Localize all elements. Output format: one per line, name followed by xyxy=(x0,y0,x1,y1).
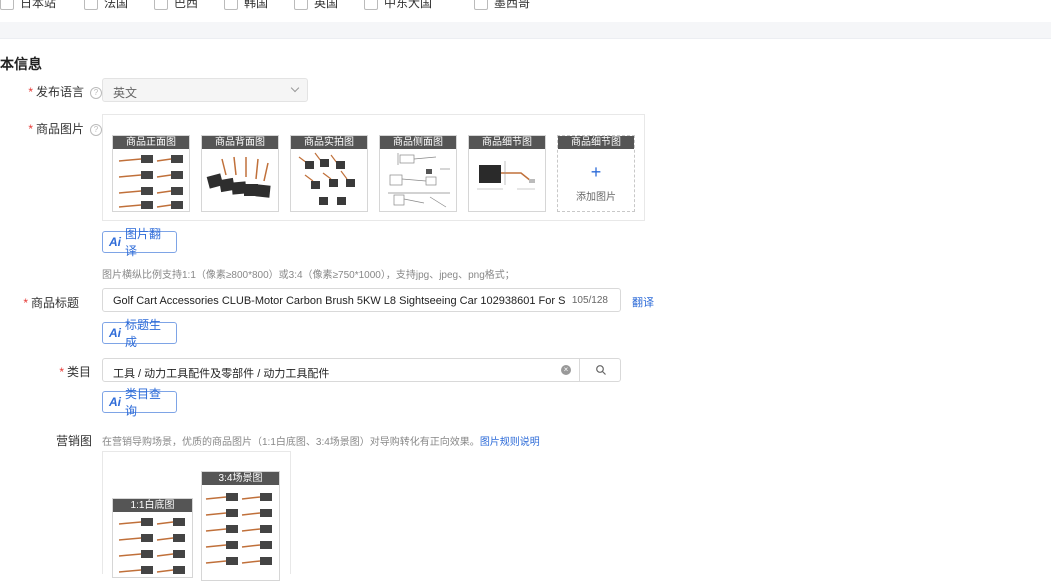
checkbox-box[interactable] xyxy=(0,0,14,10)
add-image-text[interactable]: 添加图片 xyxy=(558,188,634,203)
marketing-hint-text: 在营销导购场景，优质的商品图片（1:1白底图、3:4场景图）对导购转化有正向效果… xyxy=(102,437,480,448)
thumb-label: 商品细节图 xyxy=(469,136,545,149)
region-checkbox[interactable]: 中东大国 xyxy=(364,0,432,11)
language-select[interactable]: 英文 xyxy=(102,78,308,102)
images-label: 商品图片 xyxy=(35,122,84,136)
required-mark: * xyxy=(28,122,33,136)
thumb-label: 商品背面图 xyxy=(202,136,278,149)
required-mark: * xyxy=(59,365,64,379)
checkbox-box[interactable] xyxy=(154,0,168,10)
white-bg-image-thumb[interactable]: 1:1白底图 xyxy=(112,498,193,578)
plus-icon[interactable]: + xyxy=(558,162,634,183)
checkbox-label: 中东大国 xyxy=(384,0,433,10)
product-image-thumb[interactable]: 商品细节图 xyxy=(468,135,546,212)
product-photo xyxy=(206,156,271,198)
thumb-label: 商品正面图 xyxy=(113,136,189,149)
checkbox-box[interactable] xyxy=(294,0,308,10)
region-checkbox-row: 日本站 法国 巴西 韩国 英国 中东大国 墨西哥 xyxy=(0,0,1051,22)
search-icon[interactable] xyxy=(595,364,607,379)
divider xyxy=(579,359,580,381)
technical-drawing xyxy=(388,153,450,208)
scene-image-thumb[interactable]: 3:4场景图 xyxy=(201,471,280,581)
thumb-label: 商品细节图 xyxy=(558,136,634,149)
thumb-label: 1:1白底图 xyxy=(113,499,192,512)
region-checkbox[interactable]: 巴西 xyxy=(154,0,198,11)
checkbox-label: 法国 xyxy=(104,0,129,10)
category-label-row: * 类目 xyxy=(59,363,91,380)
product-photo xyxy=(205,493,272,565)
clear-icon[interactable]: × xyxy=(561,365,571,375)
region-checkbox[interactable]: 法国 xyxy=(84,0,128,11)
product-image-thumb[interactable]: 商品侧面图 xyxy=(379,135,457,212)
marketing-hint: 在营销导购场景，优质的商品图片（1:1白底图、3:4场景图）对导购转化有正向效果… xyxy=(102,433,540,448)
button-label: 标题生成 xyxy=(125,318,162,349)
checkbox-label: 墨西哥 xyxy=(494,0,531,10)
marketing-label: 营销图 xyxy=(55,434,92,448)
checkbox-box[interactable] xyxy=(224,0,238,10)
images-label-row: * 商品图片? xyxy=(28,120,102,137)
title-input-value[interactable]: Golf Cart Accessories CLUB-Motor Carbon … xyxy=(113,295,565,307)
title-input[interactable]: Golf Cart Accessories CLUB-Motor Carbon … xyxy=(102,288,621,312)
thumb-label: 3:4场景图 xyxy=(202,472,279,485)
checkbox-box[interactable] xyxy=(364,0,378,10)
language-label: 发布语言 xyxy=(35,85,84,99)
title-label: 商品标题 xyxy=(30,296,79,310)
required-mark: * xyxy=(28,85,33,99)
product-image-thumb[interactable]: 商品实拍图 xyxy=(290,135,368,212)
product-images-panel: 商品正面图 商品背面图 商品实拍图 商品侧面图 商品细节图 商品细节图 + 添加… xyxy=(102,114,645,221)
region-checkbox[interactable]: 韩国 xyxy=(224,0,268,11)
language-value: 英文 xyxy=(113,86,138,100)
category-label: 类目 xyxy=(66,365,91,379)
title-label-row: * 商品标题 xyxy=(23,294,79,311)
region-checkbox[interactable]: 英国 xyxy=(294,0,338,11)
category-query-button[interactable]: Ai 类目查询 xyxy=(102,387,177,418)
product-photo xyxy=(477,161,535,190)
thumb-label: 商品实拍图 xyxy=(291,136,367,149)
checkbox-label: 巴西 xyxy=(174,0,199,10)
char-counter: 105/128 xyxy=(571,295,608,306)
marketing-images-panel: 1:1白底图 3:4场景图 xyxy=(102,451,291,581)
product-image-thumb[interactable]: 商品正面图 xyxy=(112,135,190,212)
ai-icon: Ai xyxy=(109,326,121,340)
checkbox-label: 英国 xyxy=(314,0,339,10)
required-mark: * xyxy=(23,296,28,310)
product-photo xyxy=(298,152,355,205)
ai-icon: Ai xyxy=(109,395,121,409)
product-image-thumb[interactable]: 商品背面图 xyxy=(201,135,279,212)
image-format-hint: 图片横纵比例支持1:1（像素≥800*800）或3:4（像素≥750*1000）… xyxy=(102,270,515,281)
language-label-row: * 发布语言? xyxy=(28,83,102,100)
checkbox-label: 韩国 xyxy=(244,0,269,10)
image-translate-button[interactable]: Ai 图片翻译 xyxy=(102,227,177,258)
button-label: 图片翻译 xyxy=(125,227,162,258)
section-divider xyxy=(0,22,1051,39)
region-checkbox[interactable]: 墨西哥 xyxy=(474,0,530,11)
product-photo xyxy=(118,155,183,209)
add-image-slot[interactable]: 商品细节图 + 添加图片 xyxy=(557,135,635,212)
help-icon[interactable]: ? xyxy=(90,87,102,99)
category-input[interactable]: 工具 / 动力工具配件及零部件 / 动力工具配件 × xyxy=(102,358,621,382)
help-icon[interactable]: ? xyxy=(90,124,102,136)
thumb-label: 商品侧面图 xyxy=(380,136,456,149)
checkbox-box[interactable] xyxy=(84,0,98,10)
category-value[interactable]: 工具 / 动力工具配件及零部件 / 动力工具配件 xyxy=(113,365,329,381)
checkbox-box[interactable] xyxy=(474,0,488,10)
button-label: 类目查询 xyxy=(125,387,162,418)
region-checkbox[interactable]: 日本站 xyxy=(0,0,56,11)
checkbox-label: 日本站 xyxy=(20,0,57,10)
chevron-down-icon xyxy=(290,83,300,93)
title-generate-button[interactable]: Ai 标题生成 xyxy=(102,318,177,349)
translate-link[interactable]: 翻译 xyxy=(632,294,654,310)
product-photo xyxy=(118,518,185,574)
section-title: 本信息 xyxy=(0,56,42,72)
image-rules-link[interactable]: 图片规则说明 xyxy=(480,437,540,448)
ai-icon: Ai xyxy=(109,235,121,249)
